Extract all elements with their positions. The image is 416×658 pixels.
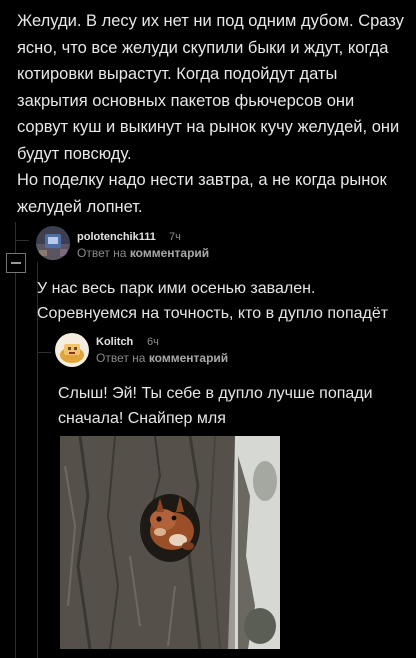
comment-text: У нас весь парк ими осенью завален. Соре…: [37, 280, 389, 322]
thread-line: [15, 222, 16, 253]
reply-to: Ответ на комментарий: [77, 246, 209, 260]
avatar[interactable]: [36, 226, 70, 260]
reply-prefix: Ответ на: [77, 246, 127, 260]
comment-image[interactable]: [60, 436, 280, 649]
thread-line: [15, 273, 16, 658]
post-body: Желуди. В лесу их нет ни под одним дубом…: [17, 8, 409, 220]
comment-time: 6ч: [147, 336, 159, 348]
comment-time: 7ч: [169, 231, 181, 243]
avatar[interactable]: [55, 333, 89, 367]
post-paragraph: Но поделку надо нести завтра, а не когда…: [17, 171, 387, 216]
reply-prefix: Ответ на: [96, 351, 146, 365]
comment-username[interactable]: polotenchik111: [77, 231, 156, 243]
comment-username[interactable]: Kolitch: [96, 336, 133, 348]
post-paragraph: Желуди. В лесу их нет ни под одним дубом…: [17, 12, 404, 163]
reply-to: Ответ на комментарий: [96, 351, 228, 365]
thread-branch: [15, 240, 29, 241]
reply-target-link[interactable]: комментарий: [149, 351, 228, 365]
comment-text: Слыш! Эй! Ты себе в дупло лучше попади с…: [58, 385, 373, 427]
thread-branch-nested: [37, 352, 51, 353]
reply-target-link[interactable]: комментарий: [130, 246, 209, 260]
minus-square-icon[interactable]: [6, 253, 26, 273]
